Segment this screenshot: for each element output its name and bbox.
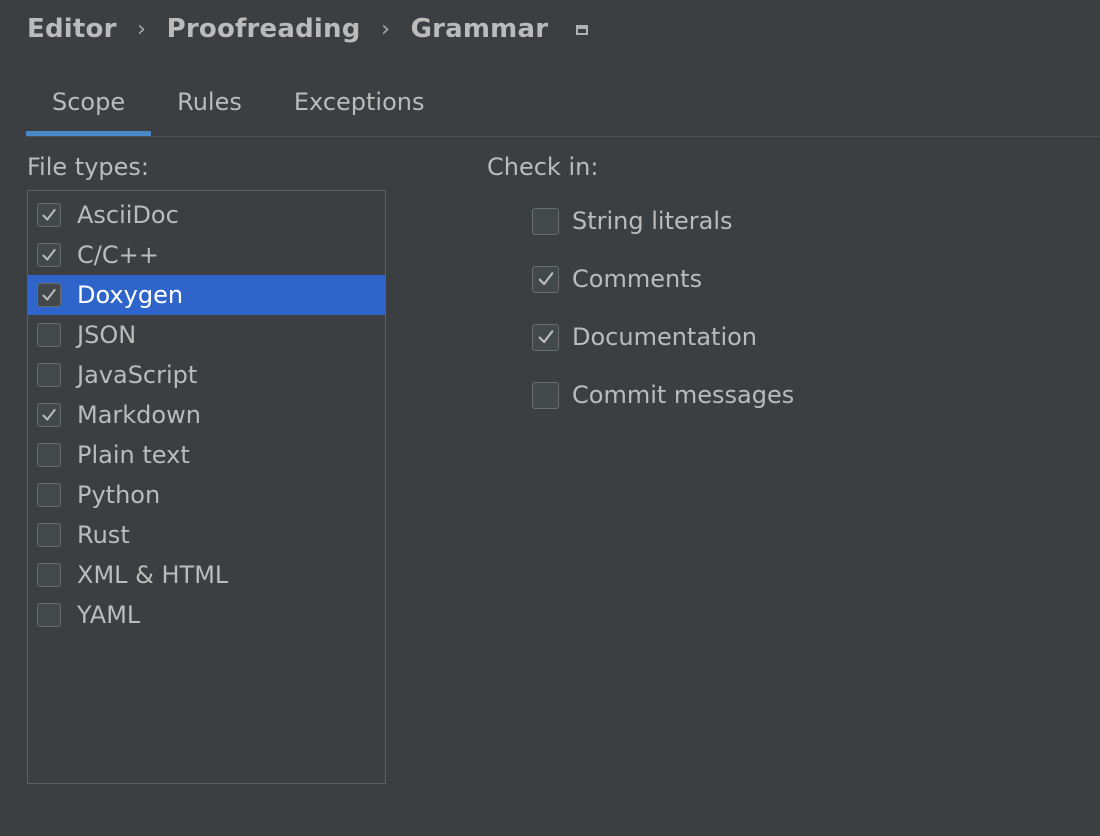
- checkbox-unchecked[interactable]: [37, 603, 61, 627]
- file-type-item-plain-text[interactable]: Plain text: [28, 435, 385, 475]
- file-type-item-markdown[interactable]: Markdown: [28, 395, 385, 435]
- file-type-label: Python: [77, 481, 161, 509]
- tab-scope[interactable]: Scope: [26, 70, 152, 136]
- check-in-option-label: Comments: [572, 265, 703, 293]
- checkbox-checked[interactable]: [37, 243, 61, 267]
- check-in-option-comments[interactable]: Comments: [532, 250, 794, 308]
- checkbox-checked[interactable]: [532, 265, 559, 293]
- file-type-item-xml-html[interactable]: XML & HTML: [28, 555, 385, 595]
- file-type-label: Rust: [77, 521, 130, 549]
- check-in-option-string-literals[interactable]: String literals: [532, 192, 794, 250]
- check-in-option-label: Documentation: [572, 323, 758, 351]
- check-in-option-label: String literals: [572, 207, 733, 235]
- file-type-label: Markdown: [77, 401, 201, 429]
- checkbox-unchecked[interactable]: [37, 483, 61, 507]
- tab-exceptions[interactable]: Exceptions: [268, 70, 451, 134]
- breadcrumb-item-editor[interactable]: Editor: [27, 14, 117, 44]
- file-type-item-asciidoc[interactable]: AsciiDoc: [28, 195, 385, 235]
- file-types-list[interactable]: AsciiDoc C/C++ Doxygen JSON JavaScript Markdo…: [27, 190, 386, 784]
- tab-rules[interactable]: Rules: [151, 70, 268, 134]
- file-type-label: Plain text: [77, 441, 190, 469]
- check-in-option-label: Commit messages: [572, 381, 795, 409]
- breadcrumb: Editor › Proofreading › Grammar: [27, 12, 589, 46]
- file-type-item-json[interactable]: JSON: [28, 315, 385, 355]
- file-type-label: XML & HTML: [77, 561, 229, 589]
- settings-page: Editor › Proofreading › Grammar Scope Ru…: [0, 0, 1100, 836]
- checkbox-unchecked[interactable]: [37, 323, 61, 347]
- chevron-right-icon: ›: [381, 16, 391, 42]
- checkbox-checked[interactable]: [37, 403, 61, 427]
- checkbox-unchecked[interactable]: [37, 523, 61, 547]
- file-type-item-javascript[interactable]: JavaScript: [28, 355, 385, 395]
- file-type-label: C/C++: [77, 241, 159, 269]
- check-in-label: Check in:: [487, 153, 599, 181]
- check-in-option-documentation[interactable]: Documentation: [532, 308, 794, 366]
- checkbox-unchecked[interactable]: [532, 207, 559, 235]
- file-type-item-rust[interactable]: Rust: [28, 515, 385, 555]
- file-type-item-doxygen[interactable]: Doxygen: [28, 275, 385, 315]
- checkbox-unchecked[interactable]: [37, 363, 61, 387]
- file-type-label: JavaScript: [77, 361, 198, 389]
- file-type-item-yaml[interactable]: YAML: [28, 595, 385, 635]
- file-type-label: AsciiDoc: [77, 201, 179, 229]
- breadcrumb-item-grammar: Grammar: [410, 14, 549, 44]
- checkbox-checked[interactable]: [532, 323, 559, 351]
- checkbox-unchecked[interactable]: [37, 563, 61, 587]
- window-icon[interactable]: [576, 25, 589, 35]
- file-types-label: File types:: [27, 153, 149, 181]
- checkbox-unchecked[interactable]: [37, 443, 61, 467]
- chevron-right-icon: ›: [137, 16, 147, 42]
- file-type-item-c-c[interactable]: C/C++: [28, 235, 385, 275]
- breadcrumb-item-proofreading[interactable]: Proofreading: [167, 14, 361, 44]
- file-type-item-python[interactable]: Python: [28, 475, 385, 515]
- checkbox-unchecked[interactable]: [532, 381, 559, 409]
- tab-bar: Scope Rules Exceptions: [26, 70, 1100, 137]
- file-type-label: Doxygen: [77, 281, 184, 309]
- file-type-label: JSON: [77, 321, 137, 349]
- checkbox-checked[interactable]: [37, 203, 61, 227]
- check-in-options: String literals Comments Documentation Comm…: [532, 192, 794, 424]
- file-type-label: YAML: [77, 601, 141, 629]
- check-in-option-commit-messages[interactable]: Commit messages: [532, 366, 794, 424]
- checkbox-checked[interactable]: [37, 283, 61, 307]
